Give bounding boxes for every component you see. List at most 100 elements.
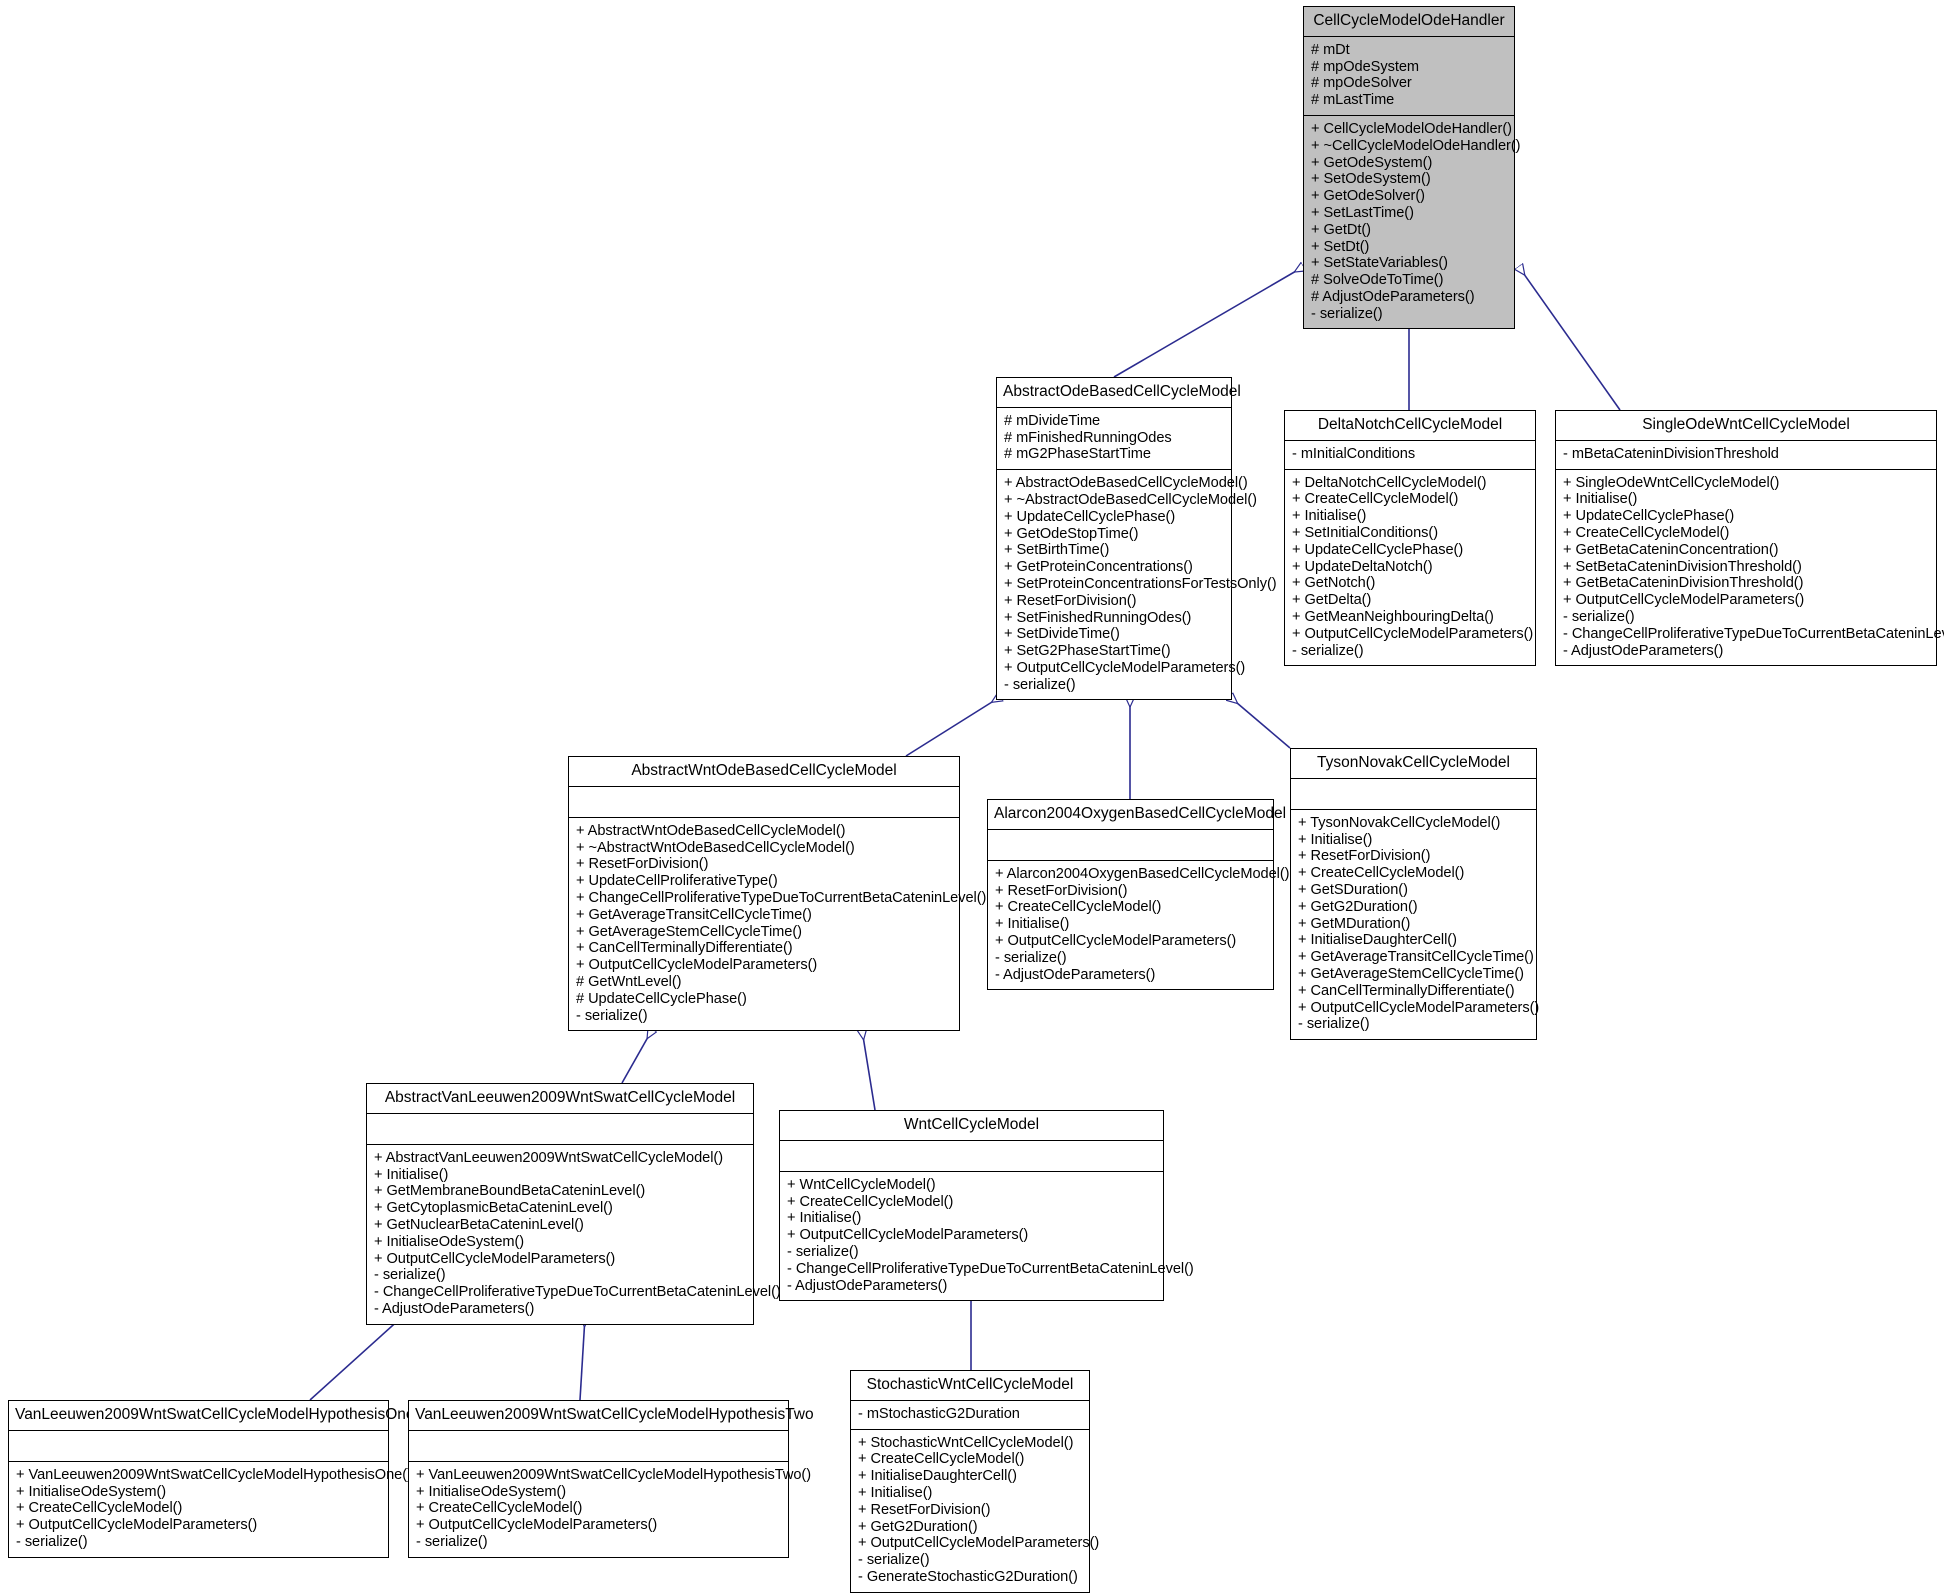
class-operation: + Initialise(): [858, 1485, 933, 1502]
class-operation: + ResetForDivision(): [1298, 848, 1431, 865]
class-operation: - AdjustOdeParameters(): [787, 1277, 948, 1294]
uml-class-TysonNovakCellCycleModel[interactable]: TysonNovakCellCycleModel + TysonNovakCell…: [1290, 748, 1540, 1040]
class-operation: + OutputCellCycleModelParameters(): [1298, 999, 1540, 1016]
class-operation: + OutputCellCycleModelParameters(): [858, 1535, 1100, 1552]
class-operation: - serialize(): [374, 1267, 446, 1284]
class-operation: + InitialiseDaughterCell(): [858, 1468, 1017, 1485]
uml-class-CellCycleModelOdeHandler[interactable]: CellCycleModelOdeHandler # mDt # mpOdeSyst…: [1303, 6, 1521, 330]
uml-class-DeltaNotchCellCycleModel[interactable]: DeltaNotchCellCycleModel - mInitialCondit…: [1284, 410, 1536, 667]
class-operation: + ResetForDivision(): [1004, 592, 1137, 609]
class-operations: + TysonNovakCellCycleModel() + Initialise…: [1291, 808, 1540, 1039]
class-title: TysonNovakCellCycleModel: [1317, 754, 1510, 771]
class-attributes: [9, 1429, 388, 1461]
class-attributes: [367, 1112, 753, 1144]
uml-diagram-canvas: CellCycleModelOdeHandler # mDt # mpOdeSyst…: [0, 0, 1944, 1595]
class-operation: - AdjustOdeParameters(): [1563, 642, 1724, 659]
class-attribute: # mDt: [1311, 41, 1350, 58]
inheritance-edges: [309, 0, 1621, 1401]
class-title: VanLeeuwen2009WntSwatCellCycleModelHypot…: [415, 1406, 814, 1423]
inheritance-edge-SingleOdeWntCellCycleModel-to-CellCycleModelOdeHandler: [1519, 267, 1621, 411]
class-title: DeltaNotchCellCycleModel: [1317, 416, 1503, 433]
class-operation: # AdjustOdeParameters(): [1311, 288, 1475, 305]
class-operation: + CreateCellCycleModel(): [16, 1500, 183, 1517]
uml-class-SingleOdeWntCellCycleModel[interactable]: SingleOdeWntCellCycleModel - mBetaCatenin…: [1555, 410, 1944, 667]
inheritance-edge-AbstractOdeBasedCellCycleModel-to-CellCycleModelOdeHandler: [1113, 267, 1303, 378]
uml-class-AbstractVanLeeuwen2009WntSwatCellCycleModel[interactable]: AbstractVanLeeuwen2009WntSwatCellCycleMo…: [366, 1083, 781, 1325]
class-operation: + GetAverageTransitCellCycleTime(): [1298, 949, 1534, 966]
class-attribute: # mDivideTime: [1004, 412, 1101, 429]
class-operations: + Alarcon2004OxygenBasedCellCycleModel()…: [988, 859, 1290, 989]
class-operation: + CreateCellCycleModel(): [787, 1193, 954, 1210]
class-operation: - AdjustOdeParameters(): [374, 1300, 535, 1317]
class-operation: - ChangeCellProliferativeTypeDueToCurren…: [787, 1260, 1194, 1277]
class-operation: + GetNuclearBetaCateninLevel(): [374, 1217, 584, 1234]
class-operation: + ~AbstractOdeBasedCellCycleModel(): [1004, 492, 1257, 509]
class-attributes: [409, 1429, 788, 1461]
class-operation: # UpdateCellCyclePhase(): [576, 990, 747, 1007]
class-operation: - serialize(): [16, 1534, 88, 1551]
class-attribute: - mBetaCateninDivisionThreshold: [1563, 445, 1779, 462]
class-operation: + UpdateCellCyclePhase(): [1292, 541, 1464, 558]
class-operation: - serialize(): [858, 1552, 930, 1569]
class-operation: + GetDelta(): [1292, 592, 1372, 609]
class-operation: + SetG2PhaseStartTime(): [1004, 643, 1171, 660]
class-title: SingleOdeWntCellCycleModel: [1642, 416, 1850, 433]
class-operation: + GetAverageTransitCellCycleTime(): [576, 906, 812, 923]
class-operation: + CreateCellCycleModel(): [1563, 525, 1730, 542]
class-operation: + OutputCellCycleModelParameters(): [1563, 592, 1805, 609]
class-operations: + SingleOdeWntCellCycleModel() + Initiali…: [1556, 468, 1944, 666]
class-operation: + GetNotch(): [1292, 575, 1376, 592]
class-operation: + GetAverageStemCellCycleTime(): [576, 923, 802, 940]
class-attribute: # mpOdeSolver: [1311, 75, 1412, 92]
class-operation: + OutputCellCycleModelParameters(): [787, 1227, 1029, 1244]
class-operation: + GetOdeSystem(): [1311, 154, 1433, 171]
class-operation: + SetBetaCateninDivisionThreshold(): [1563, 558, 1802, 575]
class-operations: + CellCycleModelOdeHandler() + ~CellCycle…: [1304, 114, 1521, 328]
class-operation: - serialize(): [1004, 676, 1076, 693]
class-operation: + UpdateDeltaNotch(): [1292, 558, 1433, 575]
class-operation: + SetDivideTime(): [1004, 626, 1120, 643]
class-title: AbstractVanLeeuwen2009WntSwatCellCycleMo…: [384, 1089, 736, 1106]
class-attribute: # mLastTime: [1311, 92, 1395, 109]
uml-class-AbstractOdeBasedCellCycleModel[interactable]: AbstractOdeBasedCellCycleModel # mDivideT…: [996, 377, 1277, 701]
class-operation: + CanCellTerminallyDifferentiate(): [1298, 982, 1515, 999]
class-operation: + SetBirthTime(): [1004, 542, 1110, 559]
class-attributes: [988, 828, 1273, 860]
class-operation: + GetAverageStemCellCycleTime(): [1298, 965, 1524, 982]
class-operations: + DeltaNotchCellCycleModel() + CreateCell…: [1285, 468, 1535, 666]
class-attribute: - mInitialConditions: [1292, 445, 1416, 462]
class-title: AbstractWntOdeBasedCellCycleModel: [631, 762, 897, 779]
uml-class-VanLeeuwen2009WntSwatCellCycleModelHypothesisOne[interactable]: VanLeeuwen2009WntSwatCellCycleModelHypot…: [8, 1400, 415, 1558]
uml-class-AbstractWntOdeBasedCellCycleModel[interactable]: AbstractWntOdeBasedCellCycleModel + Abstr…: [568, 756, 986, 1032]
class-attribute: - mStochasticG2Duration: [858, 1405, 1020, 1422]
class-operation: + StochasticWntCellCycleModel(): [858, 1434, 1074, 1451]
class-operation: + InitialiseDaughterCell(): [1298, 932, 1457, 949]
class-operation: + GetBetaCateninConcentration(): [1563, 541, 1779, 558]
class-operation: + Initialise(): [1563, 491, 1638, 508]
class-operation: # SolveOdeToTime(): [1311, 272, 1444, 289]
class-operation: + VanLeeuwen2009WntSwatCellCycleModelHyp…: [16, 1466, 412, 1483]
class-title: Alarcon2004OxygenBasedCellCycleModel: [994, 805, 1287, 822]
class-operation: + OutputCellCycleModelParameters(): [1004, 659, 1246, 676]
class-operation: + Alarcon2004OxygenBasedCellCycleModel(): [995, 865, 1290, 882]
class-operation: + SetOdeSystem(): [1311, 171, 1431, 188]
class-operation: + SetDt(): [1311, 238, 1370, 255]
class-attribute: # mG2PhaseStartTime: [1004, 446, 1151, 463]
class-operation: + Initialise(): [1298, 831, 1373, 848]
uml-class-VanLeeuwen2009WntSwatCellCycleModelHypothesisTwo[interactable]: VanLeeuwen2009WntSwatCellCycleModelHypot…: [408, 1400, 814, 1558]
class-attributes: # mDt # mpOdeSystem # mpOdeSolver # mLastTi…: [1304, 35, 1514, 115]
uml-class-StochasticWntCellCycleModel[interactable]: StochasticWntCellCycleModel - mStochastic…: [850, 1370, 1100, 1593]
inheritance-edge-AbstractWntOdeBasedCellCycleModel-to-AbstractOdeBasedCellCycleModel: [905, 697, 1000, 757]
class-operation: + UpdateCellCyclePhase(): [1004, 508, 1176, 525]
class-operation: + ResetForDivision(): [576, 856, 709, 873]
class-operation: + OutputCellCycleModelParameters(): [995, 933, 1237, 950]
class-operation: + ~CellCycleModelOdeHandler(): [1311, 137, 1521, 154]
uml-class-Alarcon2004OxygenBasedCellCycleModel[interactable]: Alarcon2004OxygenBasedCellCycleModel + Al…: [987, 799, 1290, 991]
class-operation: + GetOdeSolver(): [1311, 188, 1425, 205]
class-operation: + SetStateVariables(): [1311, 255, 1448, 272]
class-operation: + Initialise(): [374, 1166, 449, 1183]
uml-class-WntCellCycleModel[interactable]: WntCellCycleModel + WntCellCycleModel() + …: [779, 1110, 1194, 1302]
class-operation: + OutputCellCycleModelParameters(): [416, 1517, 658, 1534]
class-attribute: # mFinishedRunningOdes: [1004, 429, 1172, 446]
class-operation: - AdjustOdeParameters(): [995, 966, 1156, 983]
